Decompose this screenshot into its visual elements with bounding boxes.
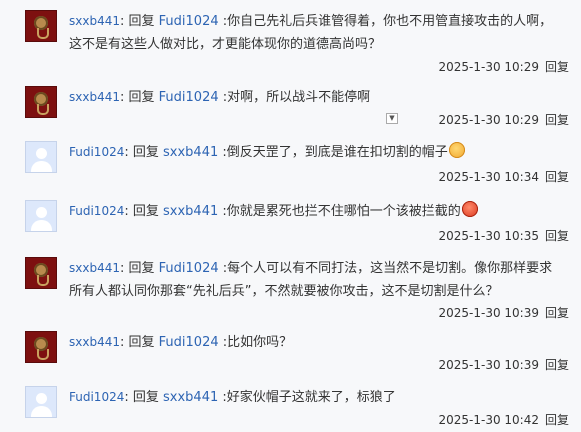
colon: : <box>124 390 133 405</box>
timestamp: 2025-1-30 10:42 <box>438 413 539 427</box>
reply-target-link[interactable]: sxxb441 <box>163 204 218 219</box>
reply-button[interactable]: 回复 <box>545 306 569 320</box>
reply-word: 回复 <box>132 145 159 160</box>
colon: : <box>119 335 129 350</box>
comment-meta: 2025-1-30 10:42 回复 <box>438 411 569 428</box>
colon: : <box>119 14 129 29</box>
reply-word: 回复 <box>128 14 155 29</box>
comment-text: :你就是累死也拦不住哪怕一个该被拦截的 <box>222 204 461 219</box>
comment-body: Fudi1024: 回复 sxxb441 :好家伙帽子这就来了，标狼了 <box>69 386 559 409</box>
reply-button[interactable]: 回复 <box>545 113 569 127</box>
comment-text: :好家伙帽子这就来了，标狼了 <box>222 390 396 405</box>
reply-target-link[interactable]: Fudi1024 <box>159 335 219 350</box>
reply-button[interactable]: 回复 <box>545 229 569 243</box>
avatar[interactable] <box>25 10 57 42</box>
username-link[interactable]: Fudi1024 <box>69 204 124 218</box>
avatar[interactable] <box>25 141 57 173</box>
colon: : <box>124 145 133 160</box>
comment-text: :倒反天罡了，到底是谁在扣切割的帽子 <box>222 145 448 160</box>
comment-meta: 2025-1-30 10:35 回复 <box>438 227 569 244</box>
comment-meta: 2025-1-30 10:29 回复 <box>438 58 569 75</box>
username-link[interactable]: Fudi1024 <box>69 390 124 404</box>
comment-body: sxxb441: 回复 Fudi1024 :比如你吗？ <box>69 331 559 354</box>
avatar[interactable] <box>25 331 57 363</box>
username-link[interactable]: sxxb441 <box>69 14 120 28</box>
reply-button[interactable]: 回复 <box>545 170 569 184</box>
comment-body: Fudi1024: 回复 sxxb441 :你就是累死也拦不住哪怕一个该被拦截的 <box>69 200 559 223</box>
reply-target-link[interactable]: sxxb441 <box>163 145 218 160</box>
timestamp: 2025-1-30 10:34 <box>438 170 539 184</box>
timestamp: 2025-1-30 10:39 <box>438 306 539 320</box>
angry-face-icon <box>461 201 478 217</box>
comment-body: Fudi1024: 回复 sxxb441 :倒反天罡了，到底是谁在扣切割的帽子 <box>69 141 559 164</box>
reply-word: 回复 <box>132 204 159 219</box>
colon: : <box>119 90 129 105</box>
comment-body: sxxb441: 回复 Fudi1024 :对啊，所以战斗不能停啊 <box>69 86 559 109</box>
comment-meta: 2025-1-30 10:29 回复 <box>438 111 569 128</box>
reply-word: 回复 <box>128 90 155 105</box>
reply-button[interactable]: 回复 <box>545 413 569 427</box>
timestamp: 2025-1-30 10:29 <box>438 60 539 74</box>
comment-meta: 2025-1-30 10:39 回复 <box>438 356 569 373</box>
comment-list: sxxb441: 回复 Fudi1024 :你自己先礼后兵谁管得着，你也不用管直… <box>0 0 581 432</box>
comment-body: sxxb441: 回复 Fudi1024 :你自己先礼后兵谁管得着，你也不用管直… <box>69 10 559 56</box>
avatar[interactable] <box>25 386 57 418</box>
comment-meta: 2025-1-30 10:34 回复 <box>438 168 569 185</box>
reply-target-link[interactable]: sxxb441 <box>163 390 218 405</box>
username-link[interactable]: sxxb441 <box>69 90 120 104</box>
reply-target-link[interactable]: Fudi1024 <box>159 261 219 276</box>
reply-button[interactable]: 回复 <box>545 358 569 372</box>
username-link[interactable]: Fudi1024 <box>69 145 124 159</box>
comment-text: :对啊，所以战斗不能停啊 <box>222 90 371 105</box>
colon: : <box>119 261 129 276</box>
avatar[interactable] <box>25 257 57 289</box>
avatar[interactable] <box>25 86 57 118</box>
surprised-face-icon <box>448 142 465 158</box>
reply-word: 回复 <box>128 261 155 276</box>
timestamp: 2025-1-30 10:29 <box>438 113 539 127</box>
comment-meta: 2025-1-30 10:39 回复 <box>438 304 569 321</box>
reply-word: 回复 <box>132 390 159 405</box>
timestamp: 2025-1-30 10:39 <box>438 358 539 372</box>
comment-text: :比如你吗？ <box>222 335 293 350</box>
username-link[interactable]: sxxb441 <box>69 261 120 275</box>
avatar[interactable] <box>25 200 57 232</box>
timestamp: 2025-1-30 10:35 <box>438 229 539 243</box>
reply-button[interactable]: 回复 <box>545 60 569 74</box>
reply-target-link[interactable]: Fudi1024 <box>159 90 219 105</box>
colon: : <box>124 204 133 219</box>
username-link[interactable]: sxxb441 <box>69 335 120 349</box>
comment-body: sxxb441: 回复 Fudi1024 :每个人可以有不同打法，这当然不是切割… <box>69 257 559 303</box>
chevron-down-icon[interactable]: ▼ <box>386 113 398 124</box>
reply-target-link[interactable]: Fudi1024 <box>159 14 219 29</box>
reply-word: 回复 <box>128 335 155 350</box>
